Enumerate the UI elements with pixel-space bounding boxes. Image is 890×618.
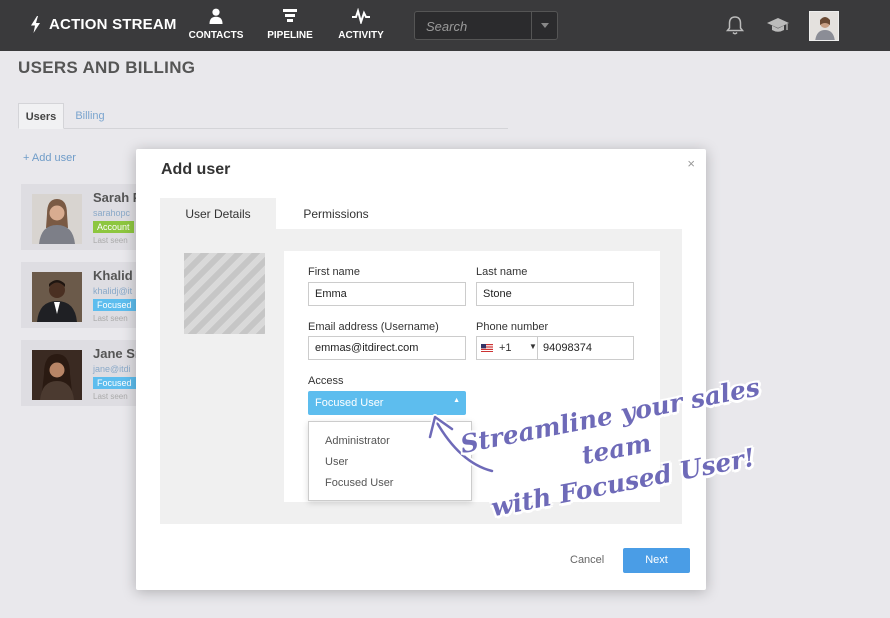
modal-title: Add user — [161, 161, 231, 178]
user-email[interactable]: jane@itdi — [93, 364, 131, 374]
top-navbar: ACTION STREAM CONTACTS PIPELINE ACTIVITY… — [0, 0, 890, 51]
avatar-portrait-icon — [810, 12, 838, 40]
tab-permissions[interactable]: Permissions — [286, 198, 386, 229]
nav-activity-label: ACTIVITY — [338, 30, 384, 41]
funnel-icon — [283, 9, 297, 22]
last-name-field[interactable]: Stone — [476, 282, 634, 306]
nav-pipeline[interactable]: PIPELINE — [250, 8, 330, 41]
email-field[interactable]: emmas@itdirect.com — [308, 336, 466, 360]
user-email[interactable]: khalidj@it — [93, 286, 132, 296]
user-card[interactable]: Sarah P sarahopc Account Last seen — [21, 184, 141, 250]
user-avatar[interactable] — [809, 11, 839, 41]
first-name-label: First name — [308, 266, 360, 278]
status-badge: Focused — [93, 377, 136, 389]
close-icon[interactable]: × — [687, 156, 695, 171]
portrait-icon — [32, 350, 82, 400]
next-button[interactable]: Next — [623, 548, 690, 573]
chevron-down-icon[interactable]: ▼ — [529, 342, 537, 351]
chevron-up-icon: ▲ — [453, 397, 460, 404]
tab-users[interactable]: Users — [18, 103, 64, 129]
search-input[interactable]: Search — [426, 19, 467, 34]
portrait-icon — [32, 194, 82, 244]
person-icon — [209, 8, 223, 24]
user-card[interactable]: Khalid khalidj@it Focused Last seen — [21, 262, 141, 328]
phone-label: Phone number — [476, 321, 549, 333]
access-selected-value: Focused User — [315, 397, 384, 409]
nav-contacts-label: CONTACTS — [188, 30, 244, 41]
country-code-select[interactable]: +1 — [499, 342, 512, 354]
user-photo — [32, 194, 82, 244]
status-badge: Account — [93, 221, 134, 233]
user-photo — [32, 272, 82, 322]
modal-tabs: User Details Permissions — [160, 198, 682, 229]
brand-logo[interactable]: ACTION STREAM — [30, 16, 177, 33]
nav-activity[interactable]: ACTIVITY — [321, 8, 401, 41]
search-box[interactable]: Search — [414, 11, 558, 40]
last-seen: Last seen — [93, 236, 128, 245]
access-option-focused-user[interactable]: Focused User — [325, 477, 393, 489]
add-user-modal: Add user × User Details Permissions Firs… — [136, 149, 706, 590]
access-option-user[interactable]: User — [325, 456, 348, 468]
user-name: Sarah P — [93, 190, 142, 205]
nav-pipeline-label: PIPELINE — [267, 30, 313, 41]
email-label: Email address (Username) — [308, 321, 439, 333]
photo-upload-placeholder[interactable] — [184, 253, 265, 334]
access-label: Access — [308, 375, 344, 387]
page-title: USERS AND BILLING — [18, 58, 196, 77]
page-tabs: Users Billing — [18, 103, 508, 129]
us-flag-icon — [481, 344, 493, 352]
user-card[interactable]: Jane Sn jane@itdi Focused Last seen — [21, 340, 143, 406]
tab-billing[interactable]: Billing — [73, 103, 107, 129]
user-email[interactable]: sarahopc — [93, 208, 130, 218]
user-photo — [32, 350, 82, 400]
bell-icon[interactable] — [724, 14, 746, 36]
chevron-down-icon — [540, 23, 549, 28]
user-name: Khalid — [93, 268, 133, 283]
first-name-field[interactable]: Emma — [308, 282, 466, 306]
last-seen: Last seen — [93, 392, 128, 401]
tab-user-details[interactable]: User Details — [160, 198, 276, 229]
phone-number-input[interactable]: 94098374 — [537, 337, 597, 359]
nav-contacts[interactable]: CONTACTS — [176, 8, 256, 41]
search-dropdown-button[interactable] — [531, 12, 557, 39]
last-seen: Last seen — [93, 314, 128, 323]
phone-field: +1 ▼ 94098374 — [476, 336, 634, 360]
last-name-label: Last name — [476, 266, 528, 278]
status-badge: Focused — [93, 299, 136, 311]
graduation-cap-icon[interactable] — [766, 14, 790, 36]
access-option-administrator[interactable]: Administrator — [325, 435, 390, 447]
portrait-icon — [32, 272, 82, 322]
pulse-icon — [352, 8, 370, 24]
add-user-link[interactable]: + Add user — [23, 152, 76, 164]
brand-name: ACTION STREAM — [49, 16, 177, 33]
lightning-icon — [31, 16, 40, 33]
cancel-button[interactable]: Cancel — [570, 554, 604, 566]
